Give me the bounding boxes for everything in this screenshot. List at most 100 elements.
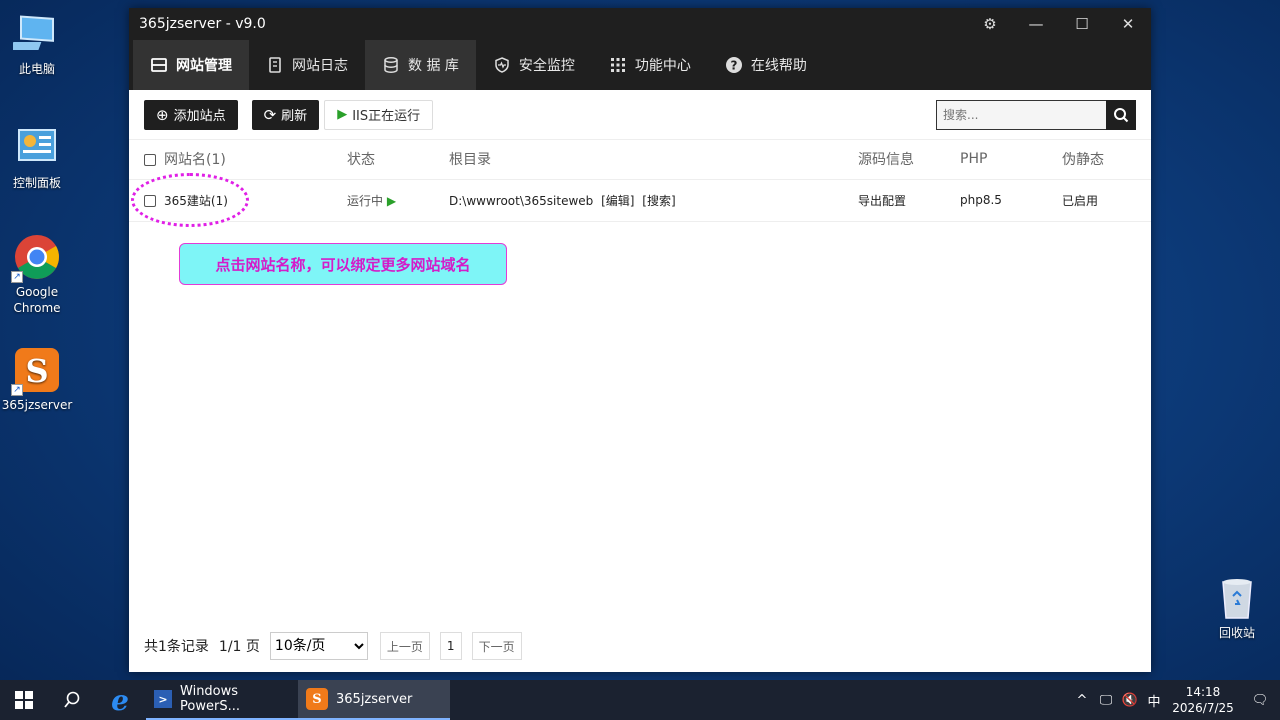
tab-security-monitor[interactable]: 安全监控: [476, 40, 592, 90]
search-root-link[interactable]: [搜索]: [642, 194, 675, 208]
column-header-php: PHP: [960, 140, 1062, 180]
control-panel-icon: [13, 124, 61, 172]
root-path: D:\wwwroot\365siteweb: [449, 193, 594, 208]
shortcut-arrow-icon: ↗: [11, 271, 23, 283]
settings-button[interactable]: ⚙: [967, 8, 1013, 40]
task-label: 365jzserver: [336, 691, 413, 707]
refresh-icon: ⟳: [263, 105, 277, 124]
desktop-icon-chrome[interactable]: ↗ Google Chrome: [0, 233, 74, 316]
database-icon: [384, 57, 398, 73]
toolbar: ⊕ 添加站点 ⟳ 刷新 ▶ IIS正在运行: [129, 90, 1151, 140]
page-count: 1/1 页: [218, 639, 260, 655]
window-title: 365jzserver - v9.0: [139, 16, 266, 32]
site-table: 网站名(1) 状态 根目录 源码信息 PHP 伪静态 365建站(1) 运行中 …: [129, 140, 1151, 222]
export-config-link[interactable]: 导出配置: [858, 179, 960, 222]
next-page-button[interactable]: 下一页: [471, 632, 522, 660]
ime-indicator[interactable]: 中: [1142, 691, 1166, 710]
shield-pulse-icon: [495, 57, 509, 73]
tab-database[interactable]: 数 据 库: [365, 40, 476, 90]
search-button[interactable]: [1106, 100, 1136, 130]
edit-root-link[interactable]: [编辑]: [601, 194, 634, 208]
desktop-icon-label: 365jzserver: [1, 398, 73, 412]
app-window: 365jzserver - v9.0 ⚙ — ☐ ✕ 网站管理 网站日志 数 据…: [129, 8, 1151, 672]
desktop-icon-label: Google Chrome: [13, 285, 61, 315]
chrome-icon: ↗: [11, 233, 61, 283]
chevron-up-icon[interactable]: ^: [1070, 693, 1094, 708]
taskbar-powershell[interactable]: > Windows PowerS...: [146, 680, 298, 720]
clock-time: 14:18: [1185, 685, 1221, 699]
tab-online-help[interactable]: ? 在线帮助: [708, 40, 824, 90]
task-label: Windows PowerS...: [180, 684, 240, 714]
minimize-button[interactable]: —: [1013, 8, 1059, 40]
desktop-icon-label: 控制面板: [12, 176, 61, 190]
button-label: IIS正在运行: [352, 109, 421, 124]
taskbar-365jzserver[interactable]: S 365jzserver: [298, 680, 450, 720]
php-version-cell[interactable]: php8.5: [960, 179, 1062, 222]
highlight-ellipse: [131, 173, 249, 227]
tab-feature-center[interactable]: 功能中心: [592, 40, 708, 90]
tab-label: 功能中心: [634, 58, 691, 74]
shortcut-arrow-icon: ↗: [11, 384, 23, 396]
rewrite-status-cell[interactable]: 已启用: [1062, 179, 1151, 222]
iis-status-button[interactable]: ▶ IIS正在运行: [324, 99, 434, 130]
notification-icon[interactable]: 🗨: [1240, 693, 1280, 708]
recycle-bin-icon: [1213, 574, 1261, 622]
close-icon: ✕: [1121, 15, 1135, 33]
desktop-icon-label: 此电脑: [18, 62, 55, 76]
close-button[interactable]: ✕: [1105, 8, 1151, 40]
network-icon[interactable]: 🖵: [1094, 693, 1118, 708]
search-taskbar-button[interactable]: [48, 680, 96, 720]
title-bar[interactable]: 365jzserver - v9.0 ⚙ — ☐ ✕: [129, 8, 1151, 40]
tab-label: 安全监控: [518, 58, 575, 74]
tab-label: 网站日志: [292, 58, 348, 74]
tab-label: 数 据 库: [408, 58, 459, 74]
help-icon: ?: [725, 57, 742, 73]
play-icon: ▶: [337, 107, 348, 122]
ie-taskbar-button[interactable]: e: [96, 680, 144, 720]
system-tray: ^ 🖵 🔇 中 14:18 2026/7/25 🗨: [1070, 680, 1280, 720]
refresh-button[interactable]: ⟳ 刷新: [251, 99, 320, 130]
column-header-site-name[interactable]: 网站名(1): [129, 140, 347, 180]
page-1-button[interactable]: 1: [439, 632, 462, 660]
maximize-button[interactable]: ☐: [1059, 8, 1105, 40]
column-header-root: 根目录: [449, 140, 858, 180]
add-site-button[interactable]: ⊕ 添加站点: [144, 99, 238, 130]
per-page-select[interactable]: 10条/页: [269, 632, 368, 660]
desktop-icon-control-panel[interactable]: 控制面板: [0, 124, 74, 191]
select-all-checkbox[interactable]: [144, 154, 156, 167]
tab-label: 网站管理: [176, 58, 232, 74]
svg-text:?: ?: [730, 59, 737, 73]
search-input[interactable]: [936, 100, 1106, 130]
computer-icon: [10, 10, 61, 58]
minimize-icon: —: [1028, 15, 1044, 33]
log-icon: [269, 57, 281, 73]
taskbar: e > Windows PowerS... S 365jzserver ^ 🖵 …: [0, 680, 1280, 720]
running-play-icon: ▶: [386, 193, 397, 208]
site-list-icon: [151, 58, 167, 72]
status-cell: 运行中 ▶: [347, 179, 449, 222]
column-header-rewrite: 伪静态: [1062, 140, 1151, 180]
gear-icon: ⚙: [983, 15, 997, 33]
desktop-icon-365jzserver[interactable]: S ↗ 365jzserver: [0, 346, 74, 413]
table-header-row: 网站名(1) 状态 根目录 源码信息 PHP 伪静态: [129, 140, 1151, 180]
desktop-icon-label: 回收站: [1218, 626, 1255, 640]
search-icon: [1114, 108, 1129, 123]
column-header-source: 源码信息: [858, 140, 960, 180]
plus-circle-icon: ⊕: [156, 105, 169, 124]
tab-site-logs[interactable]: 网站日志: [249, 40, 365, 90]
desktop-icon-recycle-bin[interactable]: 回收站: [1200, 574, 1274, 641]
tab-site-management[interactable]: 网站管理: [133, 40, 249, 90]
button-label: 刷新: [281, 109, 308, 124]
tab-label: 在线帮助: [750, 58, 807, 74]
column-header-status: 状态: [347, 140, 449, 180]
desktop-icon-this-pc[interactable]: 此电脑: [0, 10, 74, 77]
button-label: 添加站点: [173, 109, 226, 124]
clock[interactable]: 14:18 2026/7/25: [1166, 684, 1240, 716]
powershell-icon: >: [154, 690, 173, 708]
prev-page-button[interactable]: 上一页: [379, 632, 430, 660]
volume-muted-icon[interactable]: 🔇: [1118, 693, 1142, 708]
start-button[interactable]: [0, 680, 48, 720]
svg-text:S: S: [25, 352, 48, 390]
search-icon: [64, 691, 80, 708]
main-nav: 网站管理 网站日志 数 据 库 安全监控 功能中心 ? 在线帮助: [129, 40, 1151, 90]
